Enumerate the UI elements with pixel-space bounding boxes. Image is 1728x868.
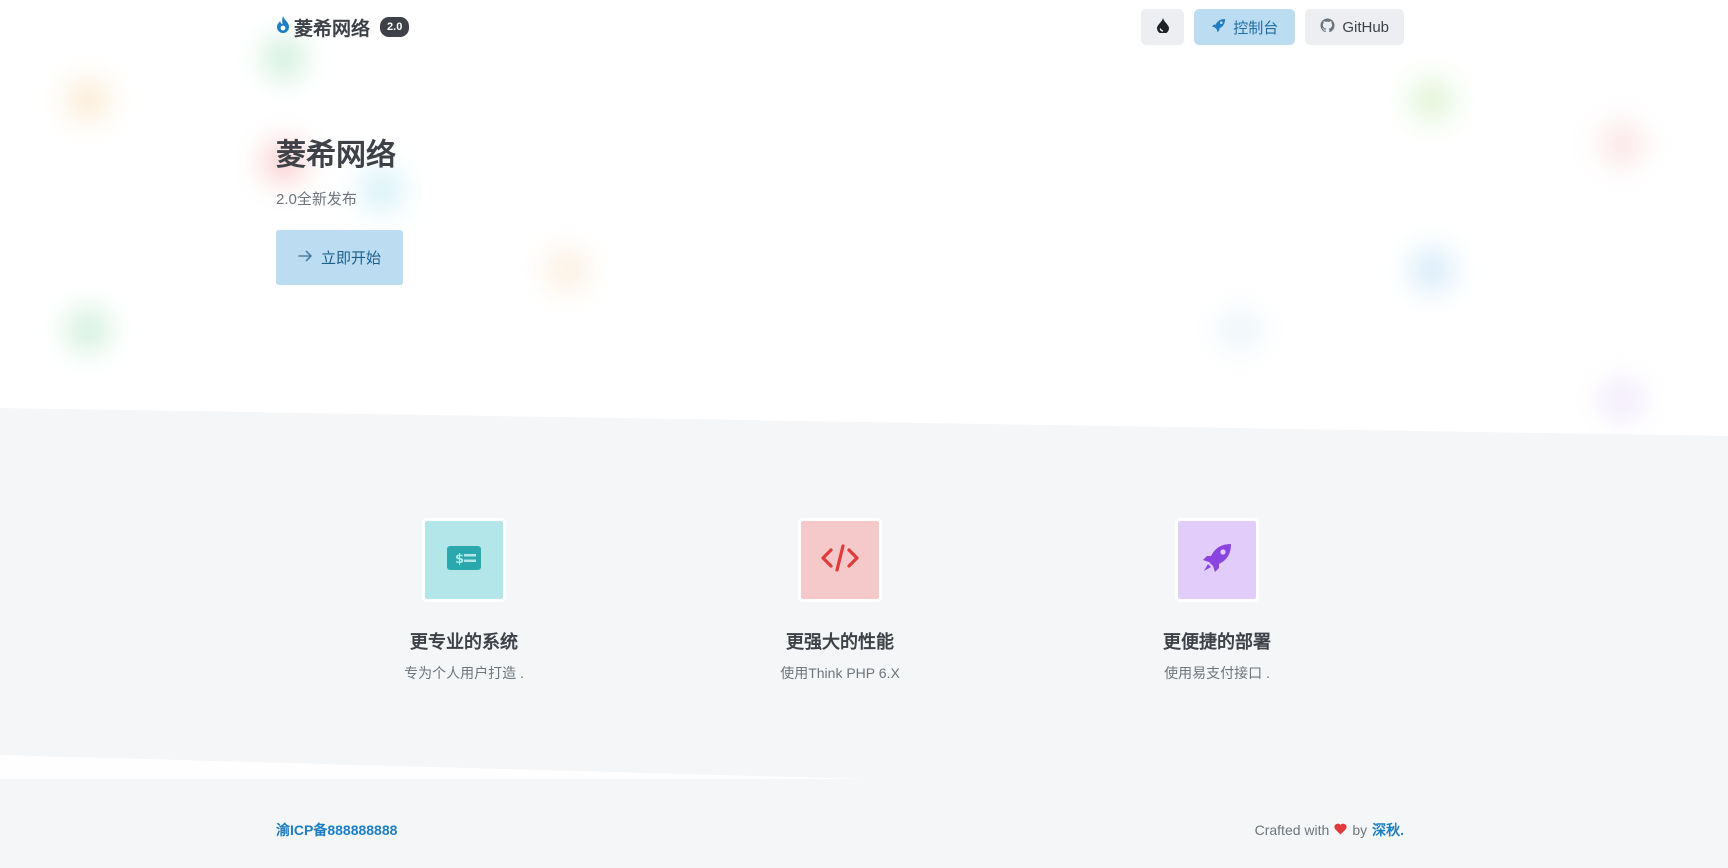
version-badge: 2.0 [380, 17, 410, 37]
start-button[interactable]: 立即开始 [276, 230, 403, 285]
decor-dot [545, 248, 589, 292]
arrow-right-icon [298, 249, 313, 266]
feature-card-deploy: 更便捷的部署 使用易支付接口 . [1097, 518, 1337, 683]
github-button[interactable]: GitHub [1305, 9, 1404, 45]
feature-title: 更强大的性能 [786, 632, 894, 652]
page: 菱希网络 2.0 控制台 GitHub 菱希网络 2.0全新发布 立即开始 $ … [0, 0, 1728, 868]
feature-desc: 使用易支付接口 . [1164, 665, 1270, 681]
feature-title: 更便捷的部署 [1163, 632, 1271, 652]
hero-subtitle: 2.0全新发布 [276, 191, 357, 208]
feature-card-system: $ 更专业的系统 专为个人用户打造 . [344, 518, 584, 683]
console-label: 控制台 [1233, 19, 1279, 37]
icp-link[interactable]: 渝ICP备888888888 [276, 820, 397, 840]
rocket-icon [1201, 542, 1233, 579]
github-icon [1320, 17, 1335, 37]
decor-dot [66, 308, 110, 352]
brand-name: 菱希网络 [294, 18, 371, 40]
rocket-icon [1211, 18, 1226, 37]
feature-icon-box [798, 518, 882, 602]
decor-dot [1600, 122, 1644, 166]
decor-dot [1410, 248, 1454, 292]
start-label: 立即开始 [320, 250, 381, 267]
nav: 控制台 GitHub [1141, 9, 1404, 45]
decor-dot [1218, 308, 1262, 352]
heart-icon [1334, 822, 1347, 838]
svg-text:$: $ [455, 552, 464, 567]
console-button[interactable]: 控制台 [1194, 9, 1296, 45]
by-text: by [1352, 822, 1368, 838]
feature-title: 更专业的系统 [410, 632, 518, 652]
feature-desc: 专为个人用户打造 . [404, 665, 524, 681]
crafted-text: Crafted with [1254, 822, 1330, 838]
decor-dot [1600, 378, 1644, 422]
droplet-icon [1156, 17, 1169, 37]
code-icon [820, 543, 860, 578]
money-check-icon: $ [447, 545, 481, 575]
brand[interactable]: 菱希网络 2.0 [276, 14, 410, 41]
hero: 菱希网络 2.0全新发布 [276, 130, 396, 209]
hero-title: 菱希网络 [276, 139, 396, 172]
feature-icon-box: $ [422, 518, 506, 602]
header: 菱希网络 2.0 控制台 GitHub [276, 0, 1404, 54]
author-link[interactable]: 深秋. [1372, 820, 1404, 840]
footer-credits: Crafted with by 深秋. [1255, 820, 1404, 840]
feature-card-performance: 更强大的性能 使用Think PHP 6.X [720, 518, 960, 683]
flame-icon [276, 16, 290, 38]
decor-dot [66, 78, 110, 122]
feature-desc: 使用Think PHP 6.X [780, 665, 900, 681]
github-label: GitHub [1342, 18, 1389, 36]
decor-dot [1410, 78, 1454, 122]
theme-toggle-button[interactable] [1141, 9, 1185, 45]
feature-icon-box [1175, 518, 1259, 602]
